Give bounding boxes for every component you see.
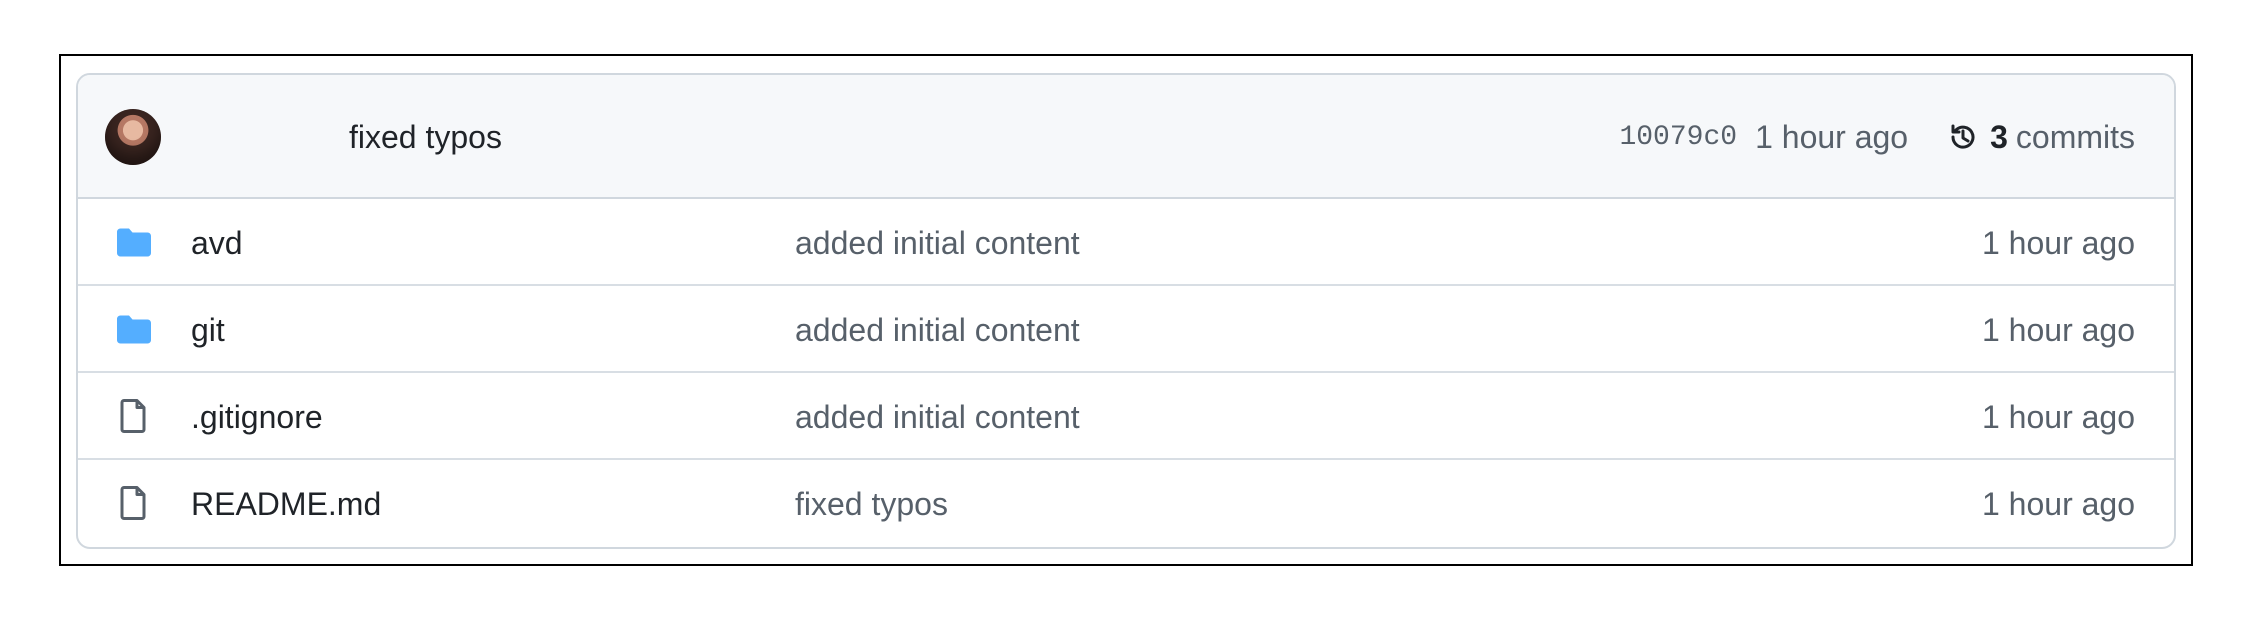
- screenshot-frame: fixed typos 10079c0 1 hour ago 3 commits: [59, 54, 2193, 566]
- repository-file-list: fixed typos 10079c0 1 hour ago 3 commits: [76, 73, 2176, 549]
- latest-commit-meta: 10079c0 1 hour ago 3 commits: [1619, 118, 2135, 156]
- folder-icon: [115, 225, 153, 259]
- table-row[interactable]: README.md fixed typos 1 hour ago: [78, 460, 2174, 547]
- table-row[interactable]: .gitignore added initial content 1 hour …: [78, 373, 2174, 460]
- file-name-readme[interactable]: README.md: [191, 485, 381, 523]
- commit-history-link[interactable]: 3 commits: [1946, 119, 2135, 156]
- latest-commit-message[interactable]: fixed typos: [349, 118, 502, 156]
- last-commit-age: 1 hour ago: [1981, 486, 2135, 522]
- folder-icon: [115, 312, 153, 346]
- file-icon: [115, 486, 153, 520]
- commit-count-label: commits: [2015, 118, 2135, 155]
- file-icon: [115, 399, 153, 433]
- last-commit-message[interactable]: fixed typos: [795, 485, 948, 523]
- author-avatar[interactable]: [105, 109, 161, 165]
- file-name-git[interactable]: git: [191, 311, 225, 349]
- last-commit-message[interactable]: added initial content: [795, 398, 1080, 436]
- last-commit-age: 1 hour ago: [1981, 399, 2135, 435]
- commit-time: 1 hour ago: [1755, 118, 1909, 155]
- commit-count: 3: [1990, 118, 2008, 155]
- table-row[interactable]: avd added initial content 1 hour ago: [78, 199, 2174, 286]
- last-commit-message[interactable]: added initial content: [795, 311, 1080, 349]
- table-row[interactable]: git added initial content 1 hour ago: [78, 286, 2174, 373]
- last-commit-age: 1 hour ago: [1981, 312, 2135, 348]
- commit-sha[interactable]: 10079c0: [1619, 122, 1737, 153]
- latest-commit-header: fixed typos 10079c0 1 hour ago 3 commits: [78, 75, 2174, 199]
- file-name-gitignore[interactable]: .gitignore: [191, 398, 323, 436]
- last-commit-age: 1 hour ago: [1981, 225, 2135, 261]
- file-name-avd[interactable]: avd: [191, 224, 243, 262]
- last-commit-message[interactable]: added initial content: [795, 224, 1080, 262]
- history-icon: [1946, 120, 1980, 154]
